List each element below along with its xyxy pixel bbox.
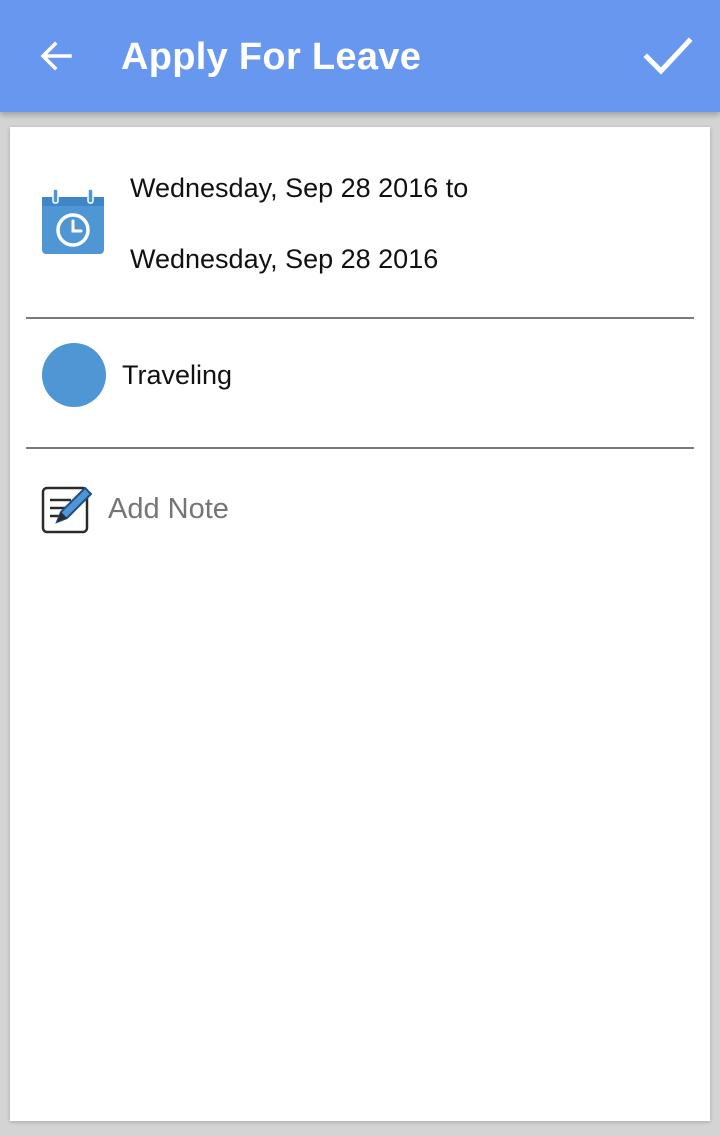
arrow-back-icon	[40, 41, 72, 71]
add-note-row[interactable]	[10, 449, 710, 549]
note-input[interactable]	[108, 491, 668, 527]
leave-type-color-dot	[42, 343, 106, 407]
leave-type-label: Traveling	[122, 360, 233, 390]
date-range-row[interactable]: Wednesday, Sep 28 2016 to Wednesday, Sep…	[10, 127, 710, 318]
leave-type-row[interactable]: Traveling	[10, 319, 710, 447]
back-button[interactable]	[24, 24, 88, 88]
calendar-clock-icon	[42, 188, 104, 254]
confirm-button[interactable]	[636, 24, 700, 88]
page-title: Apply For Leave	[121, 36, 422, 78]
date-from-text: Wednesday, Sep 28 2016 to	[130, 173, 469, 203]
app-bar: Apply For Leave	[0, 0, 720, 112]
checkmark-icon	[643, 37, 693, 75]
leave-form-card: Wednesday, Sep 28 2016 to Wednesday, Sep…	[10, 127, 710, 1121]
date-to-text: Wednesday, Sep 28 2016	[130, 244, 439, 274]
edit-note-icon	[41, 486, 93, 534]
